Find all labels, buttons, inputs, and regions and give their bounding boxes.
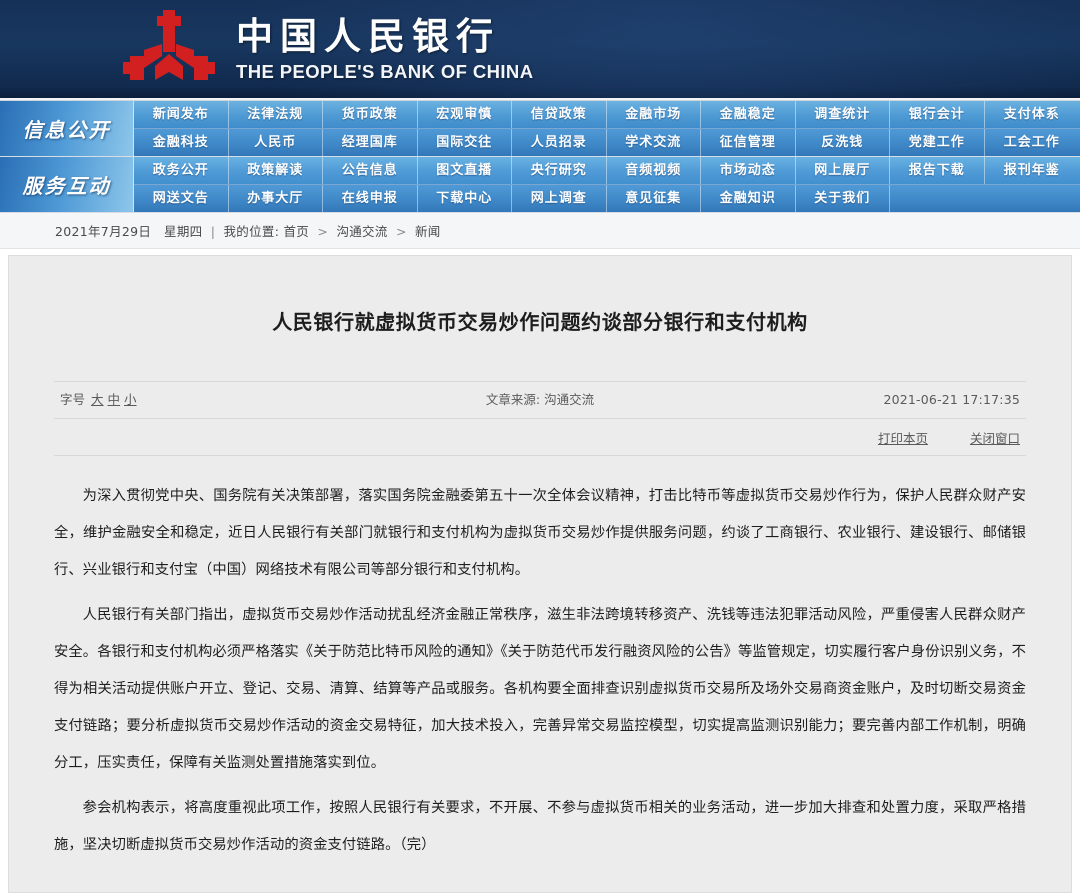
breadcrumb-separator: >	[396, 224, 407, 239]
nav-item-recruitment[interactable]: 人员招录	[512, 129, 607, 156]
nav-item-financial-market[interactable]: 金融市场	[607, 101, 702, 128]
nav-row: 政务公开 政策解读 公告信息 图文直播 央行研究 音频视频 市场动态 网上展厅 …	[134, 157, 1080, 184]
nav-item-credit-reference[interactable]: 征信管理	[701, 129, 796, 156]
breadcrumb-divider: |	[211, 224, 216, 239]
nav-item-online-declaration[interactable]: 在线申报	[323, 185, 418, 212]
nav-item-online-survey[interactable]: 网上调查	[512, 185, 607, 212]
article-datetime: 2021-06-21 17:17:35	[883, 382, 1020, 418]
article-source-label: 文章来源:	[486, 392, 540, 407]
nav-item-payment-system[interactable]: 支付体系	[985, 101, 1080, 128]
nav-rows-information: 新闻发布 法律法规 货币政策 宏观审慎 信贷政策 金融市场 金融稳定 调查统计 …	[134, 101, 1080, 156]
nav-item-online-exhibition[interactable]: 网上展厅	[796, 157, 891, 184]
content-area: 人民银行就虚拟货币交易炒作问题约谈部分银行和支付机构 字号大中小 文章来源: 沟…	[0, 249, 1080, 893]
article-paragraph: 为深入贯彻党中央、国务院有关决策部署，落实国务院金融委第五十一次全体会议精神，打…	[54, 478, 1026, 589]
nav-item-fintech[interactable]: 金融科技	[134, 129, 229, 156]
nav-item-union-work[interactable]: 工会工作	[985, 129, 1080, 156]
nav-category-services[interactable]: 服务互动	[0, 157, 134, 212]
nav-category-label: 信息公开	[23, 114, 111, 143]
nav-rows-services: 政务公开 政策解读 公告信息 图文直播 央行研究 音频视频 市场动态 网上展厅 …	[134, 157, 1080, 212]
nav-item-bank-accounting[interactable]: 银行会计	[890, 101, 985, 128]
nav-item-policy-interpretation[interactable]: 政策解读	[229, 157, 324, 184]
nav-item-service-hall[interactable]: 办事大厅	[229, 185, 324, 212]
nav-item-online-documents[interactable]: 网送文告	[134, 185, 229, 212]
nav-row: 新闻发布 法律法规 货币政策 宏观审慎 信贷政策 金融市场 金融稳定 调查统计 …	[134, 101, 1080, 128]
breadcrumb-date: 2021年7月29日	[55, 224, 151, 239]
breadcrumb-bar: 2021年7月29日 星期四 | 我的位置: 首页 > 沟通交流 > 新闻	[0, 213, 1080, 249]
nav-item-monetary-policy[interactable]: 货币政策	[323, 101, 418, 128]
article-paragraph: 参会机构表示，将高度重视此项工作，按照人民银行有关要求，不开展、不参与虚拟货币相…	[54, 790, 1026, 864]
nav-item-market-news[interactable]: 市场动态	[701, 157, 796, 184]
brand-name-en: THE PEOPLE'S BANK OF CHINA	[236, 60, 533, 84]
nav-item-live-broadcast[interactable]: 图文直播	[418, 157, 513, 184]
nav-item-anti-money-laundering[interactable]: 反洗钱	[796, 129, 891, 156]
nav-item-financial-stability[interactable]: 金融稳定	[701, 101, 796, 128]
article-meta-bar: 字号大中小 文章来源: 沟通交流 2021-06-21 17:17:35	[54, 381, 1026, 419]
nav-item-international[interactable]: 国际交往	[418, 129, 513, 156]
nav-item-credit-policy[interactable]: 信贷政策	[512, 101, 607, 128]
nav-item-download-center[interactable]: 下载中心	[418, 185, 513, 212]
breadcrumb-item-home[interactable]: 首页	[284, 224, 310, 239]
nav-category-information[interactable]: 信息公开	[0, 101, 134, 156]
pboc-logo-icon	[108, 6, 230, 90]
article-source-value: 沟通交流	[544, 392, 594, 407]
close-window-link[interactable]: 关闭窗口	[970, 428, 1020, 447]
nav-category-label: 服务互动	[23, 170, 111, 199]
nav-item-report-download[interactable]: 报告下载	[890, 157, 985, 184]
nav-item-laws-regulations[interactable]: 法律法规	[229, 101, 324, 128]
nav-item-placeholder	[985, 185, 1080, 212]
article-source: 文章来源: 沟通交流	[54, 382, 1026, 418]
main-navigation: 信息公开 新闻发布 法律法规 货币政策 宏观审慎 信贷政策 金融市场 金融稳定 …	[0, 98, 1080, 213]
nav-item-periodicals[interactable]: 报刊年鉴	[985, 157, 1080, 184]
nav-item-government-affairs[interactable]: 政务公开	[134, 157, 229, 184]
nav-row: 网送文告 办事大厅 在线申报 下载中心 网上调查 意见征集 金融知识 关于我们	[134, 184, 1080, 212]
article-tool-bar: 打印本页 关闭窗口	[54, 419, 1026, 456]
nav-item-survey-statistics[interactable]: 调查统计	[796, 101, 891, 128]
page-title: 人民银行就虚拟货币交易炒作问题约谈部分银行和支付机构	[54, 269, 1026, 343]
nav-item-news-release[interactable]: 新闻发布	[134, 101, 229, 128]
brand-text: 中国人民银行 THE PEOPLE'S BANK OF CHINA	[236, 6, 533, 84]
article-paragraph: 人民银行有关部门指出，虚拟货币交易炒作活动扰乱经济金融正常秩序，滋生非法跨境转移…	[54, 597, 1026, 782]
nav-item-party-building[interactable]: 党建工作	[890, 129, 985, 156]
print-page-link[interactable]: 打印本页	[878, 428, 928, 447]
nav-item-academic-exchange[interactable]: 学术交流	[607, 129, 702, 156]
breadcrumb-item-news[interactable]: 新闻	[415, 224, 441, 239]
breadcrumb-prefix: 我的位置:	[224, 224, 280, 239]
breadcrumb: 2021年7月29日 星期四 | 我的位置: 首页 > 沟通交流 > 新闻	[55, 221, 441, 240]
nav-item-placeholder	[890, 185, 985, 212]
nav-item-treasury-management[interactable]: 经理国库	[323, 129, 418, 156]
nav-item-feedback[interactable]: 意见征集	[607, 185, 702, 212]
nav-group-services: 服务互动 政务公开 政策解读 公告信息 图文直播 央行研究 音频视频 市场动态 …	[0, 157, 1080, 213]
site-header: 中国人民银行 THE PEOPLE'S BANK OF CHINA	[0, 0, 1080, 98]
article-panel: 人民银行就虚拟货币交易炒作问题约谈部分银行和支付机构 字号大中小 文章来源: 沟…	[8, 255, 1072, 893]
breadcrumb-separator: >	[317, 224, 328, 239]
nav-item-rmb[interactable]: 人民币	[229, 129, 324, 156]
article-body: 为深入贯彻党中央、国务院有关决策部署，落实国务院金融委第五十一次全体会议精神，打…	[54, 456, 1026, 892]
nav-row: 金融科技 人民币 经理国库 国际交往 人员招录 学术交流 征信管理 反洗钱 党建…	[134, 128, 1080, 156]
brand-area: 中国人民银行 THE PEOPLE'S BANK OF CHINA	[108, 6, 533, 90]
nav-item-financial-knowledge[interactable]: 金融知识	[701, 185, 796, 212]
nav-item-central-bank-research[interactable]: 央行研究	[512, 157, 607, 184]
nav-item-audio-video[interactable]: 音频视频	[607, 157, 702, 184]
nav-item-about-us[interactable]: 关于我们	[796, 185, 891, 212]
brand-name-cn: 中国人民银行	[236, 14, 533, 58]
breadcrumb-weekday: 星期四	[164, 224, 202, 239]
nav-item-announcements[interactable]: 公告信息	[323, 157, 418, 184]
breadcrumb-item-communication[interactable]: 沟通交流	[336, 224, 387, 239]
nav-item-macro-prudential[interactable]: 宏观审慎	[418, 101, 513, 128]
nav-group-information: 信息公开 新闻发布 法律法规 货币政策 宏观审慎 信贷政策 金融市场 金融稳定 …	[0, 100, 1080, 157]
